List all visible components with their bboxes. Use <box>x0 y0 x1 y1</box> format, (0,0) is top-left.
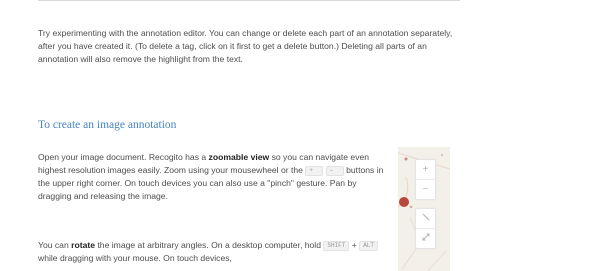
alt-key: ALT <box>359 240 378 251</box>
text-run: while dragging with your mouse. On touch… <box>38 253 232 263</box>
zoom-in-button[interactable]: + <box>416 160 435 179</box>
map-marker <box>399 197 409 207</box>
rotate-icon <box>422 213 429 221</box>
text-run: Open your image document. Recogito has a <box>38 152 209 162</box>
top-divider <box>38 0 460 1</box>
text-run: You can <box>38 240 72 250</box>
zoom-in-key: + <box>305 165 324 176</box>
shift-key: SHIFT <box>323 240 350 251</box>
zoom-out-icon: − <box>422 184 429 195</box>
view-controls <box>415 208 436 249</box>
zoom-out-key: – <box>325 165 344 176</box>
rotate-instructions: You can rotate the image at arbitrary an… <box>38 239 386 265</box>
image-viewer-preview[interactable]: + − <box>398 147 450 271</box>
rotate-button[interactable] <box>416 209 435 228</box>
zoom-out-button[interactable]: − <box>416 179 435 199</box>
text-run: + <box>349 240 360 250</box>
zoom-instructions: Open your image document. Recogito has a… <box>38 151 386 203</box>
fullscreen-button[interactable] <box>416 228 435 248</box>
fullscreen-icon <box>422 233 429 241</box>
zoom-controls: + − <box>415 159 436 200</box>
text-run: the image at arbitrary angles. On a desk… <box>95 240 324 250</box>
zoom-in-icon: + <box>422 164 429 175</box>
text-run-bold: rotate <box>71 240 96 250</box>
text-run-bold: zoomable view <box>208 152 270 162</box>
section-heading: To create an image annotation <box>38 119 177 131</box>
intro-paragraph: Try experimenting with the annotation ed… <box>38 28 453 64</box>
